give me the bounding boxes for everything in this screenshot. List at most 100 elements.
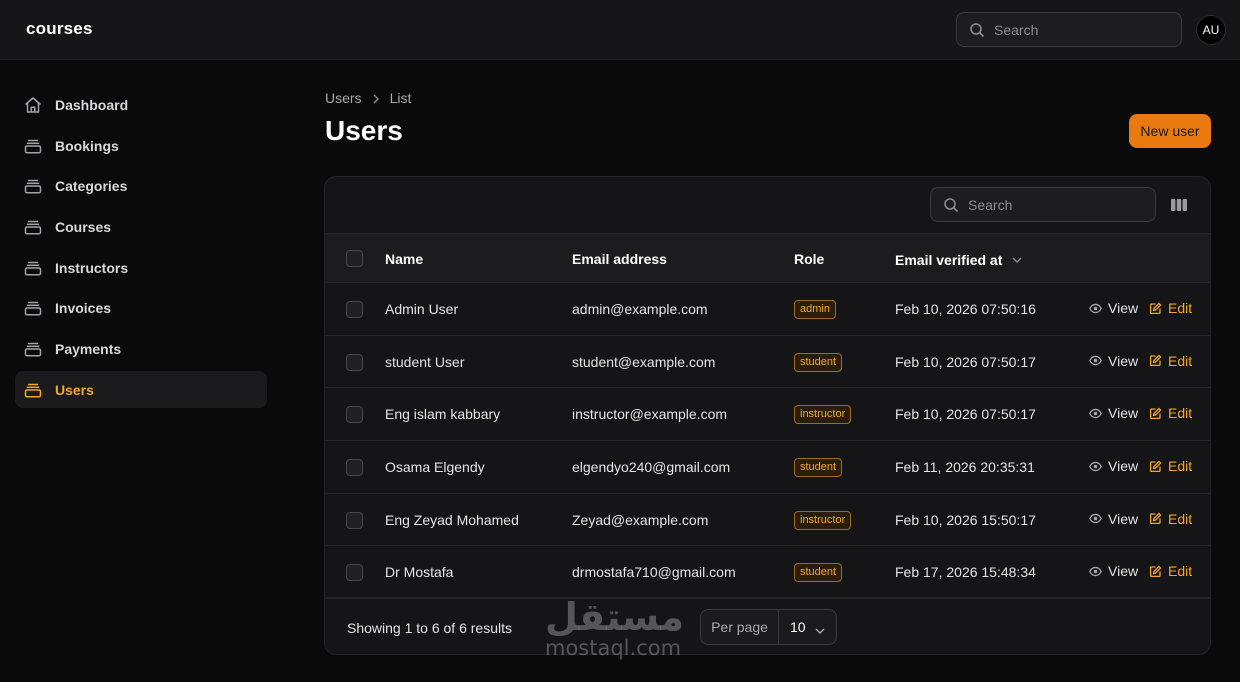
column-header-verified-label: Email verified at <box>895 252 1003 268</box>
edit-label: Edit <box>1168 300 1193 316</box>
cell-verified-at: Feb 10, 2026 07:50:16 <box>895 301 1036 317</box>
stack-icon <box>23 298 43 323</box>
eye-icon <box>1089 407 1102 420</box>
edit-link[interactable]: Edit <box>1149 300 1192 316</box>
view-label: View <box>1108 300 1139 316</box>
per-page-label: Per page <box>701 610 779 644</box>
global-search-input[interactable] <box>994 13 1174 46</box>
sidebar-item-instructors[interactable]: Instructors <box>15 249 267 286</box>
sidebar-item-invoices[interactable]: Invoices <box>15 289 267 326</box>
edit-link[interactable]: Edit <box>1149 511 1192 527</box>
edit-label: Edit <box>1168 510 1193 527</box>
table-search[interactable] <box>930 187 1156 222</box>
edit-link[interactable]: Edit <box>1149 458 1192 474</box>
sidebar-item-categories[interactable]: Categories <box>15 167 267 204</box>
sidebar-nav: Dashboard Bookings Categories Courses Instru… <box>15 86 267 412</box>
sidebar-item-label: Courses <box>55 219 112 236</box>
sidebar-item-bookings[interactable]: Bookings <box>15 127 267 164</box>
sort-chevron-down-icon <box>1012 251 1022 267</box>
select-all-checkbox[interactable] <box>346 250 363 267</box>
breadcrumb-current: List <box>389 90 412 106</box>
view-label: View <box>1108 510 1139 527</box>
top-bar: courses AU <box>0 0 1240 60</box>
cell-email: Zeyad@example.com <box>572 511 709 528</box>
user-avatar[interactable]: AU <box>1196 15 1226 45</box>
search-icon <box>969 22 985 43</box>
table-row[interactable]: Dr Mostafa drmostafa710@gmail.com student F… <box>325 546 1210 600</box>
sidebar-item-dashboard[interactable]: Dashboard <box>15 86 267 123</box>
row-checkbox[interactable] <box>346 301 363 318</box>
cell-email: instructor@example.com <box>572 406 728 423</box>
cell-verified-at: Feb 11, 2026 20:35:31 <box>895 459 1035 476</box>
table-footer: Showing 1 to 6 of 6 results Per page 10 <box>325 597 1210 654</box>
sidebar-item-courses[interactable]: Courses <box>15 208 267 245</box>
edit-label: Edit <box>1168 458 1193 475</box>
row-checkbox[interactable] <box>346 353 363 371</box>
stack-icon <box>23 176 43 201</box>
sidebar-item-payments[interactable]: Payments <box>15 330 267 367</box>
view-link[interactable]: View <box>1089 300 1138 316</box>
column-header-role[interactable]: Role <box>794 251 824 267</box>
table-body: Admin User admin@example.com admin Feb 10, … <box>325 283 1210 600</box>
cell-email: elgendyo240@gmail.com <box>572 459 731 476</box>
sidebar-item-label: Payments <box>55 341 122 358</box>
cell-name: student User <box>385 353 465 370</box>
role-badge: admin <box>794 300 836 319</box>
edit-link[interactable]: Edit <box>1149 563 1192 579</box>
sidebar-item-label: Instructors <box>55 259 129 276</box>
eye-icon <box>1089 512 1102 525</box>
stack-icon <box>23 258 43 283</box>
edit-link[interactable]: Edit <box>1149 405 1192 421</box>
per-page-value[interactable]: 10 <box>790 610 806 644</box>
eye-icon <box>1089 354 1102 367</box>
per-page-select[interactable]: Per page 10 <box>700 609 837 645</box>
column-header-name[interactable]: Name <box>385 251 423 267</box>
column-header-email[interactable]: Email address <box>572 251 667 267</box>
edit-label: Edit <box>1168 563 1193 580</box>
eye-icon <box>1089 302 1102 315</box>
role-badge: student <box>794 563 843 583</box>
row-checkbox[interactable] <box>346 511 363 529</box>
edit-link[interactable]: Edit <box>1149 353 1192 369</box>
sidebar-item-label: Categories <box>55 178 128 195</box>
view-link[interactable]: View <box>1089 405 1138 421</box>
global-search[interactable] <box>956 12 1182 47</box>
row-checkbox[interactable] <box>346 459 363 477</box>
table-row[interactable]: Eng islam kabbary instructor@example.com i… <box>325 388 1210 442</box>
role-badge: instructor <box>794 405 852 425</box>
table-row[interactable]: Eng Zeyad Mohamed Zeyad@example.com instru… <box>325 494 1210 547</box>
breadcrumb: Users List <box>325 90 411 108</box>
view-link[interactable]: View <box>1089 458 1138 474</box>
sidebar-item-label: Dashboard <box>55 97 129 113</box>
table-row[interactable]: Admin User admin@example.com admin Feb 10, … <box>325 283 1210 336</box>
cell-verified-at: Feb 10, 2026 15:50:17 <box>895 511 1036 528</box>
cell-verified-at: Feb 10, 2026 07:50:17 <box>895 353 1036 370</box>
column-header-verified[interactable]: Email verified at <box>895 251 1022 268</box>
row-checkbox[interactable] <box>346 564 363 582</box>
chevron-right-icon <box>371 92 381 108</box>
stack-icon <box>23 339 43 364</box>
chevron-down-icon[interactable] <box>815 622 825 640</box>
columns-toggle-icon[interactable] <box>1170 196 1188 214</box>
eye-icon <box>1089 460 1102 473</box>
table-row[interactable]: Osama Elgendy elgendyo240@gmail.com studen… <box>325 441 1210 494</box>
table-row[interactable]: student User student@example.com student Fe… <box>325 336 1210 389</box>
role-badge: instructor <box>794 510 852 530</box>
cell-name: Eng Zeyad Mohamed <box>385 511 519 528</box>
edit-label: Edit <box>1168 405 1193 422</box>
row-checkbox[interactable] <box>346 406 363 424</box>
view-link[interactable]: View <box>1089 511 1138 527</box>
sidebar-item-label: Bookings <box>55 137 119 154</box>
table-search-input[interactable] <box>968 188 1148 221</box>
pagination-summary: Showing 1 to 6 of 6 results <box>347 620 512 636</box>
new-user-button[interactable]: New user <box>1129 114 1211 148</box>
table-toolbar <box>325 177 1210 234</box>
brand-logo[interactable]: courses <box>26 19 93 39</box>
view-link[interactable]: View <box>1089 353 1138 369</box>
users-table-card: Name Email address Role Email verified a… <box>324 176 1211 655</box>
view-label: View <box>1108 563 1139 580</box>
sidebar-item-users[interactable]: Users <box>15 370 267 408</box>
breadcrumb-parent[interactable]: Users <box>325 90 362 106</box>
edit-icon <box>1149 407 1162 420</box>
view-link[interactable]: View <box>1089 563 1138 579</box>
